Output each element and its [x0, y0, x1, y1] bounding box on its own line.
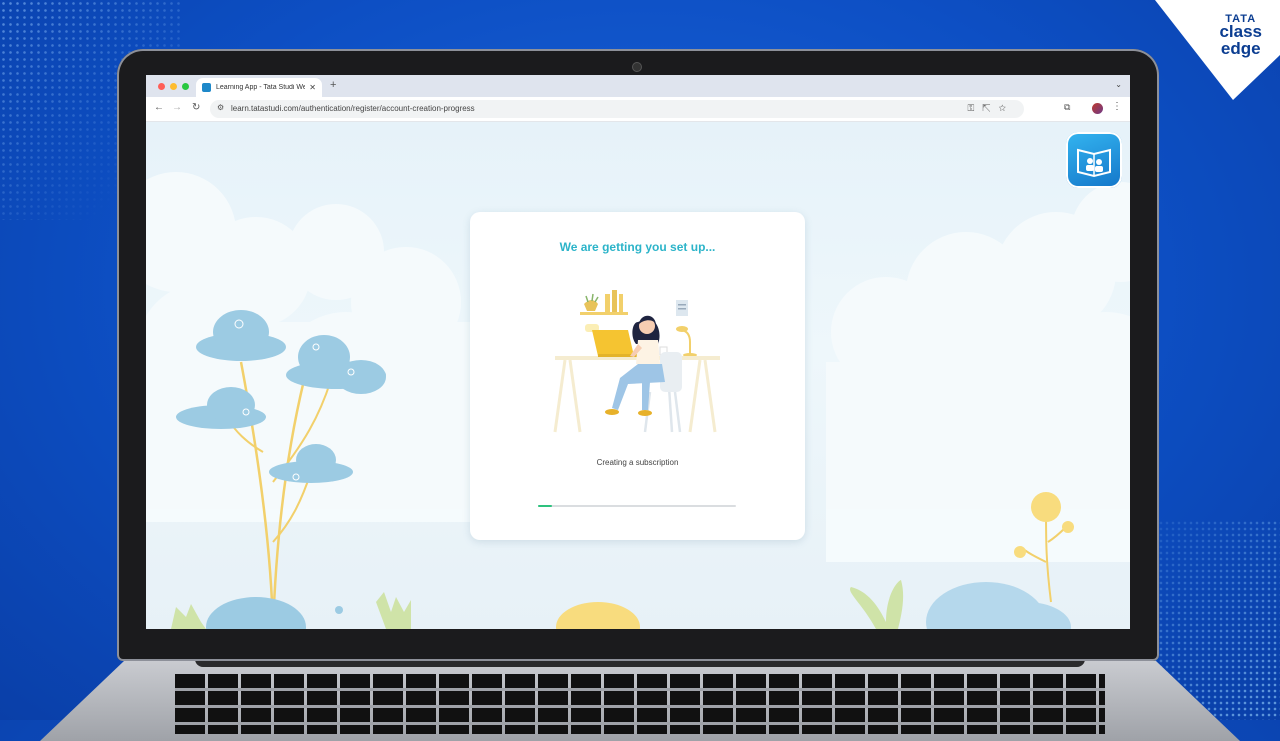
close-window-button[interactable] — [158, 83, 165, 90]
tab-close-icon[interactable]: ✕ — [309, 83, 316, 92]
bush-left — [206, 597, 306, 629]
reload-icon[interactable]: ↻ — [192, 102, 200, 113]
tab-list-chevron-icon[interactable]: ⌄ — [1115, 80, 1122, 89]
tab-favicon-icon — [202, 83, 211, 92]
brand-logo: TATA class edge — [1219, 13, 1262, 58]
laptop-keyboard — [175, 674, 1105, 734]
address-bar[interactable]: ⚙ learn.tatastudi.com/authentication/reg… — [210, 100, 1024, 118]
web-page: We are getting you set up... Creating a … — [146, 122, 1130, 629]
new-tab-button[interactable]: + — [330, 79, 336, 91]
progress-bar — [538, 505, 736, 507]
laptop-screen: Learning App - Tata Studi We ✕ + ⌄ ← → ↻… — [146, 75, 1130, 629]
forward-arrow-icon[interactable]: → — [172, 102, 182, 113]
profile-avatar[interactable] — [1092, 103, 1103, 114]
address-bar-actions: ⚿⇱☆ — [967, 103, 1014, 114]
progress-bar-fill — [538, 505, 552, 507]
extensions-icon[interactable]: ⧉ — [1064, 102, 1070, 113]
bush-yellow — [556, 602, 640, 629]
back-arrow-icon[interactable]: ← — [154, 102, 164, 113]
webcam — [633, 63, 641, 71]
maximize-window-button[interactable] — [182, 83, 189, 90]
tab-title: Learning App - Tata Studi We — [216, 84, 306, 91]
status-text: Creating a subscription — [596, 458, 679, 467]
brand-corner: TATA class edge — [1145, 0, 1280, 100]
key-icon[interactable]: ⚿ — [967, 103, 982, 113]
browser-tab-bar: Learning App - Tata Studi We ✕ + ⌄ — [146, 75, 1130, 97]
woman-at-desk-illustration — [553, 290, 720, 433]
clouds-right — [826, 182, 1130, 562]
site-settings-icon[interactable]: ⚙ — [217, 103, 224, 112]
setup-title: We are getting you set up... — [559, 240, 716, 254]
more-icon[interactable]: ⋮ — [1112, 101, 1122, 112]
minimize-window-button[interactable] — [170, 83, 177, 90]
tata-studi-app-logo — [1066, 132, 1122, 188]
brand-edge: edge — [1220, 38, 1261, 58]
share-icon[interactable]: ⇱ — [982, 103, 998, 113]
browser-tab[interactable]: Learning App - Tata Studi We ✕ — [196, 78, 322, 97]
dot-decoration — [335, 606, 343, 614]
book-icon — [1077, 148, 1111, 178]
browser-toolbar: ← → ↻ ⚙ learn.tatastudi.com/authenticati… — [146, 97, 1130, 122]
url-text[interactable]: learn.tatastudi.com/authentication/regis… — [231, 104, 475, 113]
star-icon[interactable]: ☆ — [999, 103, 1014, 113]
setup-progress-card: We are getting you set up... Creating a … — [470, 212, 805, 540]
